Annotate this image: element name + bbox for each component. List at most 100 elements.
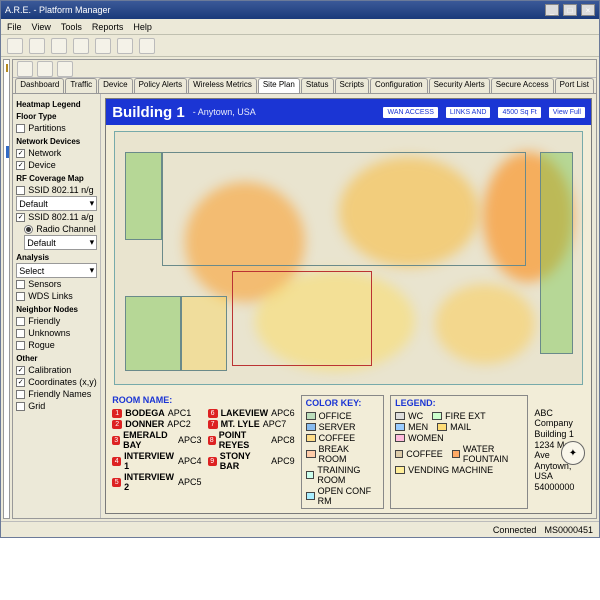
swatch (306, 423, 316, 431)
checkbox[interactable]: ✓ (16, 149, 25, 158)
panel-header: Heatmap Legend (16, 100, 97, 109)
toolbar-btn-6[interactable] (117, 38, 133, 54)
view-btn-1[interactable] (17, 61, 33, 77)
tree-item-selected[interactable]: All (6, 146, 10, 158)
header-pill[interactable]: LINKS AND (446, 107, 491, 118)
swatch (395, 466, 405, 474)
nav-tree[interactable]: Network Management Views Infrastructure … (3, 59, 10, 519)
swatch (306, 471, 315, 479)
tree-item[interactable]: System Groups (6, 134, 10, 146)
swatch (306, 492, 315, 500)
view-btn-2[interactable] (37, 61, 53, 77)
header-pill[interactable]: 4500 Sq Ft (498, 107, 540, 118)
app-title: A.R.E. - Platform Manager (5, 5, 111, 15)
tab[interactable]: Status (301, 78, 334, 93)
tab[interactable]: Traffic (65, 78, 97, 93)
menubar: File View Tools Reports Help (1, 19, 599, 35)
floorplan-view: Building 1 - Anytown, USA WAN ACCESS LIN… (105, 98, 592, 514)
checkbox[interactable]: ✓ (16, 213, 25, 222)
toolbar-btn-1[interactable] (7, 38, 23, 54)
toolbar (1, 35, 599, 57)
tab[interactable]: Wireless Metrics (188, 78, 257, 93)
floorplan-header: Building 1 - Anytown, USA WAN ACCESS LIN… (106, 99, 591, 125)
checkbox[interactable] (16, 280, 25, 289)
swatch (432, 412, 442, 420)
tree-root[interactable]: Network Management Views (6, 62, 7, 74)
checkbox[interactable]: ✓ (16, 366, 25, 375)
tab[interactable]: Security Alerts (429, 78, 490, 93)
header-pill[interactable]: View Full (549, 107, 585, 118)
legend-key: LEGEND: WCFIRE EXT MENMAIL WOMEN COFFEEW… (390, 395, 528, 509)
toolbar-btn-7[interactable] (139, 38, 155, 54)
status-node: MS0000451 (544, 525, 593, 535)
tree-item[interactable]: Switches (6, 86, 10, 98)
menu-tools[interactable]: Tools (61, 22, 82, 32)
swatch (395, 423, 405, 431)
tab[interactable]: Dashboard (15, 78, 64, 93)
room-list: ROOM NAME: 1BODEGAAPC1 2DONNERAPC2 3EMER… (112, 395, 201, 509)
swatch (306, 434, 316, 442)
radio[interactable] (24, 225, 33, 234)
color-key: COLOR KEY: OFFICE SERVER COFFEE BREAK RO… (301, 395, 385, 509)
view-toolbar (13, 60, 596, 78)
checkbox[interactable] (16, 317, 25, 326)
close-button[interactable]: × (581, 4, 595, 16)
minimize-button[interactable]: _ (545, 4, 559, 16)
dropdown[interactable]: Select▾ (16, 263, 97, 278)
panel-header: Analysis (16, 253, 97, 262)
swatch (306, 412, 316, 420)
swatch (437, 423, 447, 431)
floorplan-canvas[interactable] (114, 131, 583, 385)
tab[interactable]: Scripts (335, 78, 369, 93)
titlebar: A.R.E. - Platform Manager _ □ × (1, 1, 599, 19)
panel-header: Network Devices (16, 137, 97, 146)
tab[interactable]: Configuration (370, 78, 428, 93)
toolbar-btn-4[interactable] (73, 38, 89, 54)
swatch (306, 450, 316, 458)
tab-bar: Dashboard Traffic Device Policy Alerts W… (13, 78, 596, 94)
checkbox[interactable] (16, 402, 25, 411)
folder-icon (6, 64, 8, 72)
checkbox[interactable]: ✓ (16, 161, 25, 170)
status-bar: Connected MS0000451 (1, 521, 599, 537)
checkbox[interactable] (16, 292, 25, 301)
panel-header: Floor Type (16, 112, 97, 121)
menu-help[interactable]: Help (133, 22, 152, 32)
status-connected: Connected (493, 525, 537, 535)
tree-item[interactable]: Unknown Devices (6, 98, 10, 110)
swatch (395, 412, 405, 420)
tab[interactable]: Port List (555, 78, 594, 93)
header-pill[interactable]: WAN ACCESS (383, 107, 437, 118)
checkbox[interactable] (16, 186, 25, 195)
swatch (395, 450, 403, 458)
menu-reports[interactable]: Reports (92, 22, 124, 32)
dropdown[interactable]: Default▾ (16, 196, 97, 211)
menu-file[interactable]: File (7, 22, 22, 32)
checkbox[interactable] (16, 390, 25, 399)
tree-item[interactable]: User-defined Devices (6, 110, 10, 122)
floor-subtitle: - Anytown, USA (193, 107, 256, 117)
checkbox[interactable] (16, 341, 25, 350)
maximize-button[interactable]: □ (563, 4, 577, 16)
tab[interactable]: Secure Access (491, 78, 554, 93)
dropdown[interactable]: Default▾ (24, 235, 97, 250)
checkbox[interactable]: ✓ (16, 378, 25, 387)
menu-view[interactable]: View (32, 22, 51, 32)
tab-active[interactable]: Site Plan (258, 78, 300, 93)
tab[interactable]: Policy Alerts (134, 78, 188, 93)
checkbox[interactable] (16, 329, 25, 338)
swatch (395, 434, 405, 442)
checkbox[interactable] (16, 124, 25, 133)
view-btn-3[interactable] (57, 61, 73, 77)
panel-header: Neighbor Nodes (16, 305, 97, 314)
tree-item[interactable]: Network Map (6, 122, 10, 134)
toolbar-btn-2[interactable] (29, 38, 45, 54)
compass-icon: ✦ (561, 441, 585, 465)
panel-header: Other (16, 354, 97, 363)
toolbar-btn-3[interactable] (51, 38, 67, 54)
tab[interactable]: Device (98, 78, 132, 93)
toolbar-btn-5[interactable] (95, 38, 111, 54)
legend-strip: ROOM NAME: 1BODEGAAPC1 2DONNERAPC2 3EMER… (106, 391, 591, 513)
main-pane: Dashboard Traffic Device Policy Alerts W… (12, 59, 597, 519)
tree-item[interactable]: Infrastructure Resources (6, 74, 10, 86)
